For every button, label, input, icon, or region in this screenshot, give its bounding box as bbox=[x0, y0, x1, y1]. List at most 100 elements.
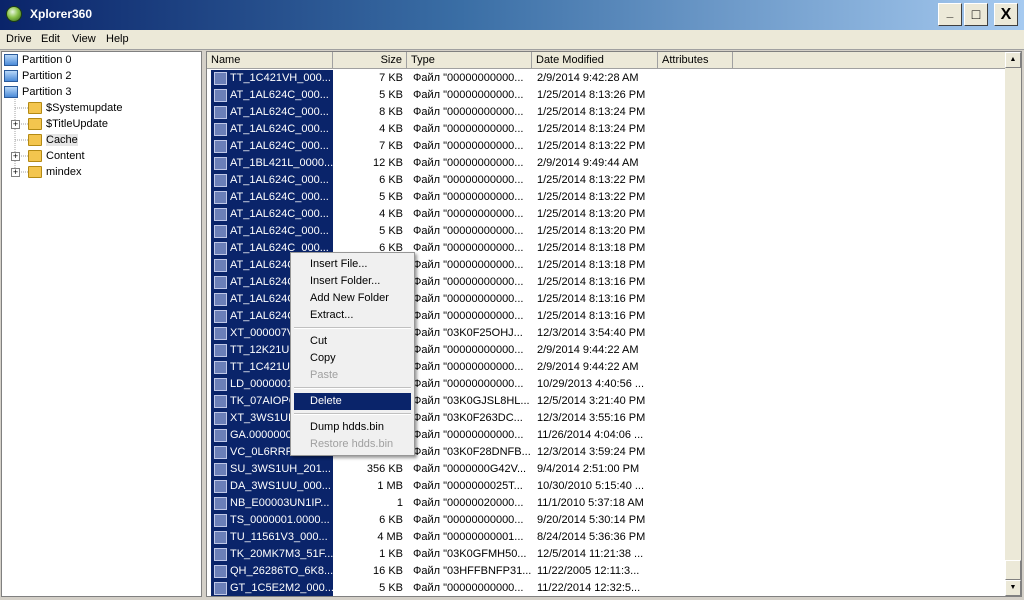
tree-item-cache[interactable]: Cache bbox=[28, 132, 78, 148]
table-row[interactable]: AT_1AL624C_000... 5 KB Файл "00000000000..… bbox=[207, 87, 1007, 104]
table-row[interactable]: DA_3WS1UU_000... 1 MB Файл "0000000025T...… bbox=[207, 478, 1007, 495]
menu-item-insert-file[interactable]: Insert File... bbox=[294, 256, 411, 273]
file-date: 8/24/2014 5:36:36 PM bbox=[537, 531, 646, 543]
column-header-date[interactable]: Date Modified bbox=[532, 52, 658, 69]
minimize-button[interactable]: _ bbox=[938, 3, 962, 26]
column-header-name[interactable]: Name bbox=[207, 52, 333, 69]
file-name: TT_1C421UL bbox=[230, 361, 297, 373]
file-icon bbox=[214, 224, 227, 238]
menu-help[interactable]: Help bbox=[106, 33, 129, 45]
file-name: AT_1AL624C_000... bbox=[230, 191, 329, 203]
table-row[interactable]: SU_3WS1UH_201... 356 KB Файл "0000000G42V.… bbox=[207, 461, 1007, 478]
vertical-scrollbar[interactable]: ▲ ▼ bbox=[1005, 52, 1021, 596]
menu-item-insert-folder[interactable]: Insert Folder... bbox=[294, 273, 411, 290]
menu-item-cut[interactable]: Cut bbox=[294, 333, 411, 350]
tree-item-partition-2[interactable]: Partition 2 bbox=[4, 68, 72, 84]
table-row[interactable]: TS_0000001.0000... 6 KB Файл "00000000000.… bbox=[207, 512, 1007, 529]
file-name-cell: QH_26286TO_6K8... bbox=[211, 563, 333, 580]
tree-item-titleupdate[interactable]: $TitleUpdate bbox=[28, 116, 108, 132]
title-bar: Xplorer360 _ □ X bbox=[0, 0, 1024, 30]
column-header-size[interactable]: Size bbox=[333, 52, 407, 69]
menu-item-dump-hdds-bin[interactable]: Dump hdds.bin bbox=[294, 419, 411, 436]
drive-icon bbox=[4, 70, 18, 83]
file-size: 5 KB bbox=[379, 225, 403, 237]
file-icon bbox=[214, 326, 227, 340]
file-icon bbox=[214, 343, 227, 357]
file-size: 1 KB bbox=[379, 548, 403, 560]
file-type: Файл "00000000000... bbox=[413, 89, 524, 101]
expand-toggle-titleupdate[interactable]: + bbox=[11, 120, 20, 129]
file-icon bbox=[214, 479, 227, 493]
file-size: 6 KB bbox=[379, 174, 403, 186]
file-size: 1 MB bbox=[377, 480, 403, 492]
expand-toggle-mindex[interactable]: + bbox=[11, 168, 20, 177]
file-name: TK_07AIOPC bbox=[230, 395, 297, 407]
table-row[interactable]: AT_1AL624C_000... 8 KB Файл "00000000000..… bbox=[207, 104, 1007, 121]
table-row[interactable]: AT_1AL624C_000... 5 KB Файл "00000000000..… bbox=[207, 189, 1007, 206]
menu-item-add-new-folder[interactable]: Add New Folder bbox=[294, 290, 411, 307]
menu-item-copy[interactable]: Copy bbox=[294, 350, 411, 367]
file-date: 1/25/2014 8:13:24 PM bbox=[537, 123, 646, 135]
menu-item-delete[interactable]: Delete bbox=[294, 393, 411, 410]
file-type: Файл "00000000000... bbox=[413, 242, 524, 254]
menu-separator bbox=[294, 327, 411, 329]
tree-item-label: mindex bbox=[46, 166, 82, 178]
maximize-button[interactable]: □ bbox=[964, 3, 988, 26]
menu-item-extract[interactable]: Extract... bbox=[294, 307, 411, 324]
file-name: SU_3WS1UH_201... bbox=[230, 463, 331, 475]
tree-item-systemupdate[interactable]: $Systemupdate bbox=[28, 100, 122, 116]
file-date: 2/9/2014 9:42:28 AM bbox=[537, 72, 639, 84]
file-icon bbox=[214, 241, 227, 255]
table-row[interactable]: TT_1C421VH_000... 7 KB Файл "00000000000..… bbox=[207, 70, 1007, 87]
file-name: XT_3WS1UH bbox=[230, 412, 297, 424]
scroll-down-arrow[interactable]: ▼ bbox=[1005, 580, 1021, 596]
file-name-cell: AT_1AL624C_000... bbox=[211, 138, 333, 155]
folder-icon bbox=[28, 118, 42, 131]
folder-icon bbox=[28, 150, 42, 163]
folder-tree[interactable]: Partition 0 Partition 2 Partition 3 $Sys… bbox=[1, 51, 202, 597]
close-button[interactable]: X bbox=[994, 3, 1018, 26]
file-icon bbox=[214, 292, 227, 306]
file-icon bbox=[214, 360, 227, 374]
tree-item-mindex[interactable]: mindex bbox=[28, 164, 81, 180]
file-date: 12/5/2014 3:21:40 PM bbox=[537, 395, 646, 407]
table-row[interactable]: NB_E00003UN1IP... 1 Файл "00000020000... 11… bbox=[207, 495, 1007, 512]
menu-drive[interactable]: Drive bbox=[6, 33, 32, 45]
file-type: Файл "00000000000... bbox=[413, 582, 524, 594]
table-row[interactable]: AT_1BL421L_0000... 12 KB Файл "00000000000… bbox=[207, 155, 1007, 172]
scroll-thumb[interactable] bbox=[1005, 560, 1021, 580]
file-type: Файл "00000000000... bbox=[413, 191, 524, 203]
column-header-type[interactable]: Type bbox=[407, 52, 532, 69]
menu-separator bbox=[294, 387, 411, 389]
file-name: AT_1AL624C_000... bbox=[230, 106, 329, 118]
table-row[interactable]: AT_1AL624C_000... 5 KB Файл "00000000000..… bbox=[207, 223, 1007, 240]
menu-edit[interactable]: Edit bbox=[41, 33, 60, 45]
table-row[interactable]: AT_1AL624C_000... 4 KB Файл "00000000000..… bbox=[207, 206, 1007, 223]
file-name: AT_1AL624C_000... bbox=[230, 89, 329, 101]
tree-item-partition-3[interactable]: Partition 3 bbox=[4, 84, 72, 100]
table-row[interactable]: GT_1C5E2M2_000... 5 KB Файл "00000000000..… bbox=[207, 580, 1007, 596]
table-row[interactable]: AT_1AL624C_000... 7 KB Файл "00000000000..… bbox=[207, 138, 1007, 155]
table-row[interactable]: AT_1AL624C_000... 4 KB Файл "00000000000..… bbox=[207, 121, 1007, 138]
table-row[interactable]: AT_1AL624C_000... 6 KB Файл "00000000000..… bbox=[207, 172, 1007, 189]
scroll-up-arrow[interactable]: ▲ bbox=[1005, 52, 1021, 68]
file-icon bbox=[214, 513, 227, 527]
table-row[interactable]: TK_20MK7M3_51F... 1 KB Файл "03K0GFMH50...… bbox=[207, 546, 1007, 563]
file-name-cell: GT_1C5E2M2_000... bbox=[211, 580, 333, 596]
menu-view[interactable]: View bbox=[72, 33, 96, 45]
file-type: Файл "03K0F25OHJ... bbox=[413, 327, 523, 339]
expand-toggle-content[interactable]: + bbox=[11, 152, 20, 161]
table-row[interactable]: TU_11561V3_000... 4 MB Файл "00000000001..… bbox=[207, 529, 1007, 546]
column-header-attributes[interactable]: Attributes bbox=[658, 52, 733, 69]
tree-item-content[interactable]: Content bbox=[28, 148, 85, 164]
table-row[interactable]: QH_26286TO_6K8... 16 KB Файл "03HFFBNFP31.… bbox=[207, 563, 1007, 580]
context-menu: Insert File... Insert Folder... Add New Fo… bbox=[290, 252, 415, 456]
folder-icon bbox=[28, 102, 42, 115]
tree-item-partition-0[interactable]: Partition 0 bbox=[4, 52, 72, 68]
file-icon bbox=[214, 564, 227, 578]
column-header-filler bbox=[733, 52, 1007, 69]
minimize-icon: _ bbox=[946, 5, 954, 19]
file-type: Файл "00000000000... bbox=[413, 344, 524, 356]
file-date: 1/25/2014 8:13:18 PM bbox=[537, 259, 646, 271]
file-date: 11/1/2010 5:37:18 AM bbox=[537, 497, 644, 509]
